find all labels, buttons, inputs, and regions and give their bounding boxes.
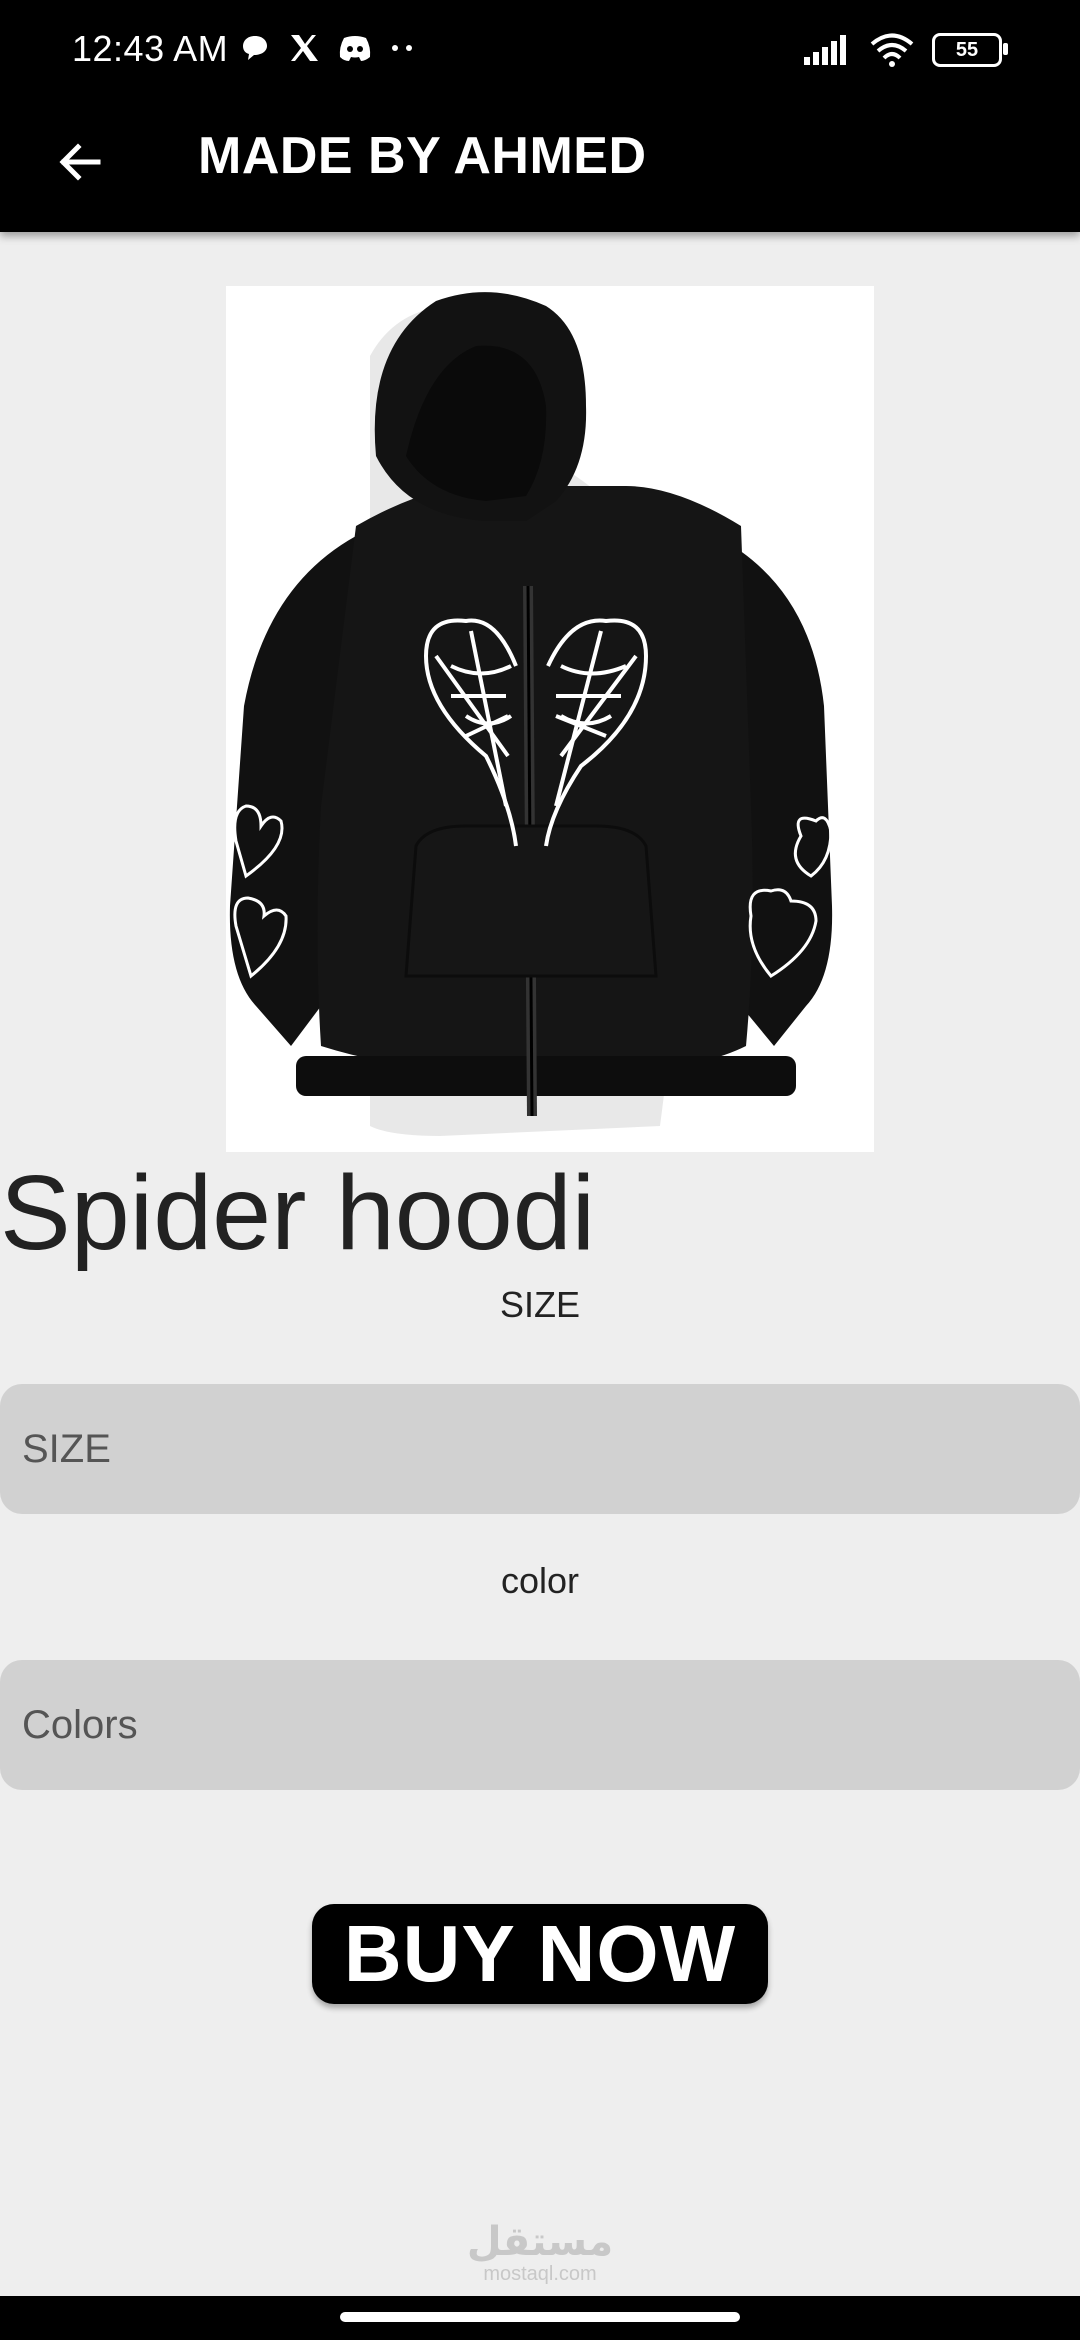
- product-image: [226, 286, 874, 1152]
- color-label: color: [500, 1560, 580, 1601]
- status-bar: 12:43 AM 55: [0, 0, 1080, 100]
- chat-bubble-icon: [243, 36, 267, 60]
- wifi-icon: [870, 33, 914, 67]
- watermark: مستقل mostaql.com: [0, 2222, 1080, 2284]
- status-time: 12:43 AM: [72, 28, 229, 69]
- more-dots-icon: [392, 45, 412, 51]
- size-field-placeholder: SIZE: [22, 1426, 111, 1471]
- back-button[interactable]: [48, 130, 112, 194]
- product-name: Spider hoodi: [0, 1154, 596, 1272]
- watermark-arabic: مستقل: [466, 2220, 614, 2264]
- signal-icon: [804, 35, 846, 65]
- arrow-left-icon: [59, 143, 101, 181]
- home-handle[interactable]: [340, 2312, 740, 2322]
- status-system-icons: 55: [804, 28, 1008, 72]
- buy-now-button[interactable]: BUY NOW: [312, 1904, 768, 2004]
- battery-icon: 55: [932, 33, 1008, 67]
- page-title: MADE BY AHMED: [198, 127, 647, 185]
- colors-field-placeholder: Colors: [22, 1702, 138, 1747]
- app-bar: MADE BY AHMED: [0, 100, 1080, 232]
- gesture-nav-bar: [0, 2296, 1080, 2340]
- hoodie-illustration: [229, 292, 833, 1136]
- x-logo-icon: [291, 35, 318, 61]
- size-field[interactable]: SIZE: [0, 1384, 1080, 1514]
- colors-field[interactable]: Colors: [0, 1660, 1080, 1790]
- battery-level: 55: [955, 38, 979, 61]
- discord-icon: [339, 36, 371, 61]
- status-notification-icons: [240, 26, 416, 70]
- size-label: SIZE: [499, 1284, 580, 1325]
- watermark-latin: mostaql.com: [483, 2263, 597, 2285]
